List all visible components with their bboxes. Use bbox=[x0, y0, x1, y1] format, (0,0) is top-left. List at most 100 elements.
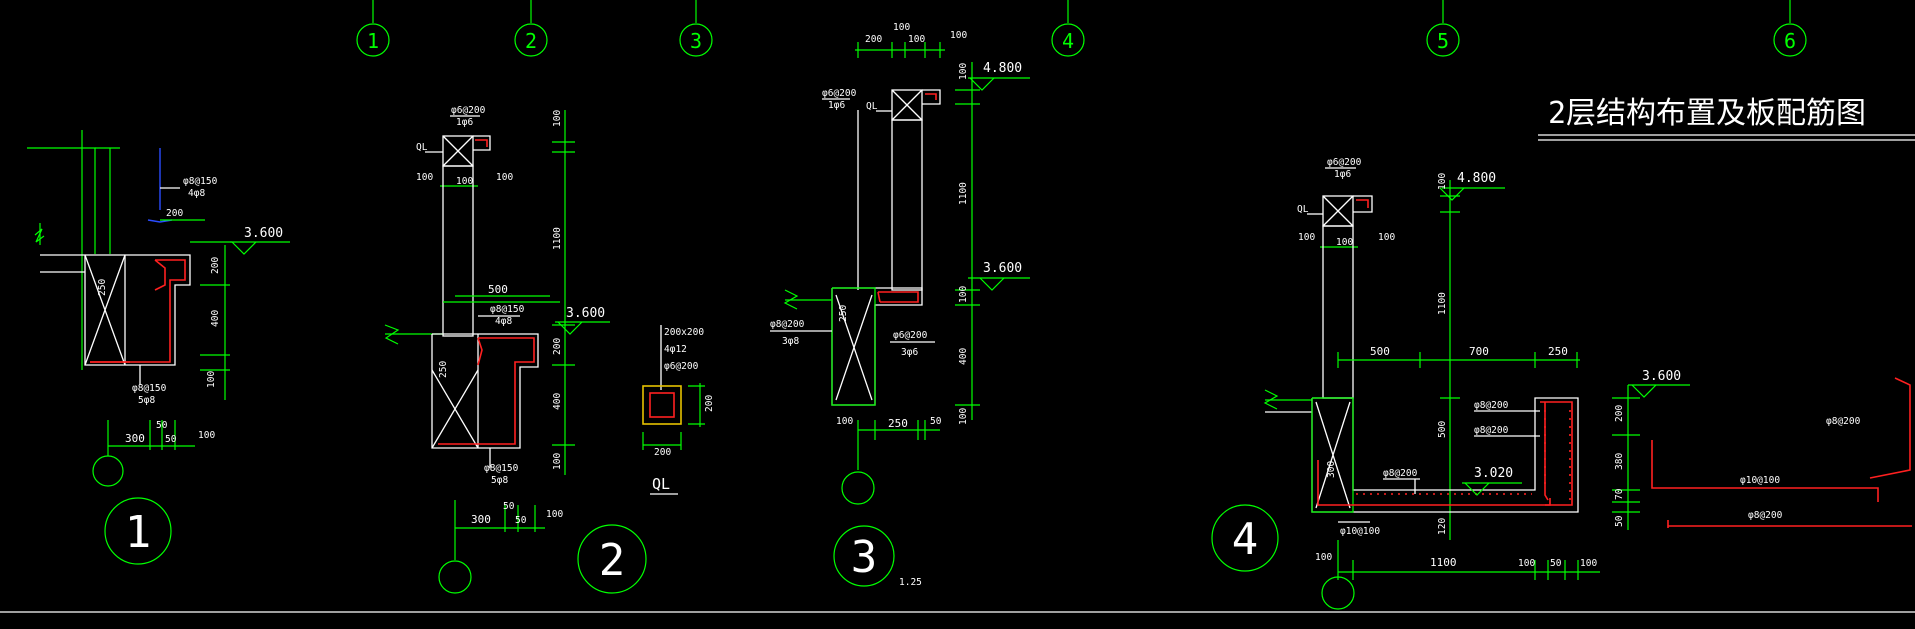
detail1-beam-dim: 250 bbox=[97, 279, 108, 296]
detail3-top-dim-100b: 100 bbox=[908, 34, 925, 45]
detail3-elevation: 3.600 bbox=[983, 261, 1022, 276]
drawing-title-block: 2层结构布置及板配筋图 bbox=[1538, 96, 1915, 141]
detail3-axis-bubble bbox=[841, 471, 875, 505]
detail4-axis-bubble bbox=[1321, 576, 1355, 610]
detail1-side-dim-200: 200 bbox=[210, 257, 221, 274]
detail4-elevation-top: 4.800 bbox=[1457, 171, 1496, 186]
axis-marker-4: 4 bbox=[1051, 0, 1085, 57]
detail1-bottom-dim-300: 300 bbox=[125, 432, 145, 445]
detail2-dim-500: 500 bbox=[488, 283, 508, 296]
drawing-title: 2层结构布置及板配筋图 bbox=[1548, 96, 1866, 131]
detail3-ql-label: QL bbox=[866, 101, 878, 112]
detail4-ql-label: QL bbox=[1297, 204, 1309, 215]
detail4-hdim-700: 700 bbox=[1469, 345, 1489, 358]
detail1-bottom-dim-100: 100 bbox=[198, 430, 215, 441]
detail4-number: 4 bbox=[1232, 514, 1259, 565]
detail4-vdim-120: 120 bbox=[1437, 518, 1448, 535]
axis-label-3: 3 bbox=[690, 29, 702, 53]
detail2-ql-count-label: 1φ6 bbox=[456, 117, 473, 128]
detail2-elevation: 3.600 bbox=[566, 306, 605, 321]
detail1-bottom-count-label: 5φ8 bbox=[138, 395, 155, 406]
axis-label-2: 2 bbox=[525, 29, 537, 53]
axis-markers: 1 2 3 4 5 6 bbox=[356, 0, 1807, 57]
detail1-axis-bubble bbox=[92, 455, 124, 487]
detail3-vdim-100b: 100 bbox=[958, 286, 969, 303]
detail3-vdim-100c: 100 bbox=[958, 408, 969, 425]
detail2-bottom-dim-100: 100 bbox=[546, 509, 563, 520]
detail1-side-dim-400: 400 bbox=[210, 310, 221, 327]
detail4-bar-a-label: φ8@200 bbox=[1474, 400, 1509, 411]
ql-section-label: QL bbox=[652, 475, 670, 493]
ql-section-dim-h: 200 bbox=[704, 395, 715, 412]
detail4-side-dim-50: 50 bbox=[1614, 515, 1625, 527]
axis-marker-6: 6 bbox=[1773, 0, 1807, 57]
detail2-bottom-count-label: 5φ8 bbox=[491, 475, 508, 486]
axis-marker-2: 2 bbox=[514, 0, 548, 57]
detail2-dim-left-100: 100 bbox=[416, 172, 433, 183]
detail3-top-dim-200: 200 bbox=[865, 34, 882, 45]
detail3-beam-dim: 250 bbox=[838, 305, 849, 322]
ql-section: 200x200 4φ12 φ6@200 200 200 QL bbox=[642, 325, 715, 495]
detail3-bottom-dim-250: 250 bbox=[888, 417, 908, 430]
rebar-shape-hook bbox=[1869, 377, 1911, 479]
ql-section-bars: 4φ12 bbox=[664, 344, 687, 355]
detail4-bar-d-label: φ10@100 bbox=[1340, 526, 1380, 537]
detail2-bottom-dim-50b: 50 bbox=[515, 515, 527, 526]
detail2-ql-bar-label: φ6@200 bbox=[451, 105, 486, 116]
detail3-vdim-100: 100 bbox=[958, 63, 969, 80]
axis-label-1: 1 bbox=[367, 29, 379, 53]
detail4-bottom-dim-50: 50 bbox=[1550, 558, 1562, 569]
axis-label-6: 6 bbox=[1784, 29, 1796, 53]
detail-1: 250 φ8@150 4φ8 200 3.600 200 400 100 φ8@… bbox=[27, 130, 290, 565]
detail4-bar-b-label: φ8@200 bbox=[1474, 425, 1509, 436]
detail1-bottom-dim-50a: 50 bbox=[156, 420, 168, 431]
detail3-ql-bar-label: φ6@200 bbox=[822, 88, 857, 99]
detail-4: QL φ6@200 1φ6 100 100 100 4.800 100 1100… bbox=[1211, 157, 1690, 610]
detail4-bottom-dim-100b: 100 bbox=[1518, 558, 1535, 569]
detail1-side-dim-100: 100 bbox=[206, 371, 217, 388]
detail4-vdim-1100: 1100 bbox=[1437, 292, 1448, 315]
detail1-number: 1 bbox=[125, 507, 152, 558]
detail2-vdim-100b: 100 bbox=[552, 453, 563, 470]
detail1-top-bar-label: φ8@150 bbox=[183, 176, 218, 187]
detail3-number: 3 bbox=[851, 532, 878, 583]
detail3-bottom-dim-100: 100 bbox=[836, 416, 853, 427]
detail4-dim-right-100: 100 bbox=[1378, 232, 1395, 243]
rebar-shape-u bbox=[1651, 440, 1879, 502]
detail3-count-b-label: 3φ6 bbox=[901, 347, 918, 358]
detail2-beam-dim: 250 bbox=[438, 361, 449, 378]
detail4-bottom-dim-1100: 1100 bbox=[1430, 556, 1457, 569]
detail1-top-count-label: 4φ8 bbox=[188, 188, 205, 199]
detail3-elevation-top: 4.800 bbox=[983, 61, 1022, 76]
detail3-vdim-400: 400 bbox=[958, 348, 969, 365]
detail3-bottom-dim-50: 50 bbox=[930, 416, 942, 427]
detail3-count-a-label: 3φ8 bbox=[782, 336, 799, 347]
detail4-ql-count-label: 1φ6 bbox=[1334, 169, 1351, 180]
axis-marker-5: 5 bbox=[1426, 0, 1460, 57]
detail4-ql-bar-label: φ6@200 bbox=[1327, 157, 1362, 168]
detail2-dim-right-100: 100 bbox=[496, 172, 513, 183]
detail2-dim-center-100: 100 bbox=[456, 176, 473, 187]
scale-note: 1.25 bbox=[899, 577, 922, 588]
detail4-side-dim-200: 200 bbox=[1614, 405, 1625, 422]
rebar-shape-mid-label: φ10@100 bbox=[1740, 475, 1780, 486]
detail2-bottom-dim-300: 300 bbox=[471, 513, 491, 526]
detail2-top-bar-label: φ8@150 bbox=[490, 304, 525, 315]
ql-section-dim-w: 200 bbox=[654, 447, 671, 458]
detail3-ql-count-label: 1φ6 bbox=[828, 100, 845, 111]
rebar-shape-bottom-label: φ8@200 bbox=[1748, 510, 1783, 521]
axis-marker-3: 3 bbox=[679, 0, 713, 57]
cad-drawing: 1 2 3 4 5 6 2层结构布置及板配筋图 250 φ8@150 4φ8 2… bbox=[0, 0, 1915, 613]
detail2-vdim-100: 100 bbox=[552, 110, 563, 127]
rebar-shape-top-label: φ8@200 bbox=[1826, 416, 1861, 427]
detail1-bottom-dim-50b: 50 bbox=[165, 434, 177, 445]
detail4-elevation-mid: 3.600 bbox=[1642, 369, 1681, 384]
detail4-side-dim-380: 380 bbox=[1614, 453, 1625, 470]
detail2-top-count-label: 4φ8 bbox=[495, 316, 512, 327]
detail2-bottom-dim-50: 50 bbox=[503, 501, 515, 512]
detail2-vdim-400: 400 bbox=[552, 393, 563, 410]
detail4-elevation-low: 3.020 bbox=[1474, 466, 1513, 481]
detail4-dim-left-100: 100 bbox=[1298, 232, 1315, 243]
detail4-bottom-dim-100c: 100 bbox=[1580, 558, 1597, 569]
detail4-beam-dim: 300 bbox=[1326, 461, 1337, 478]
